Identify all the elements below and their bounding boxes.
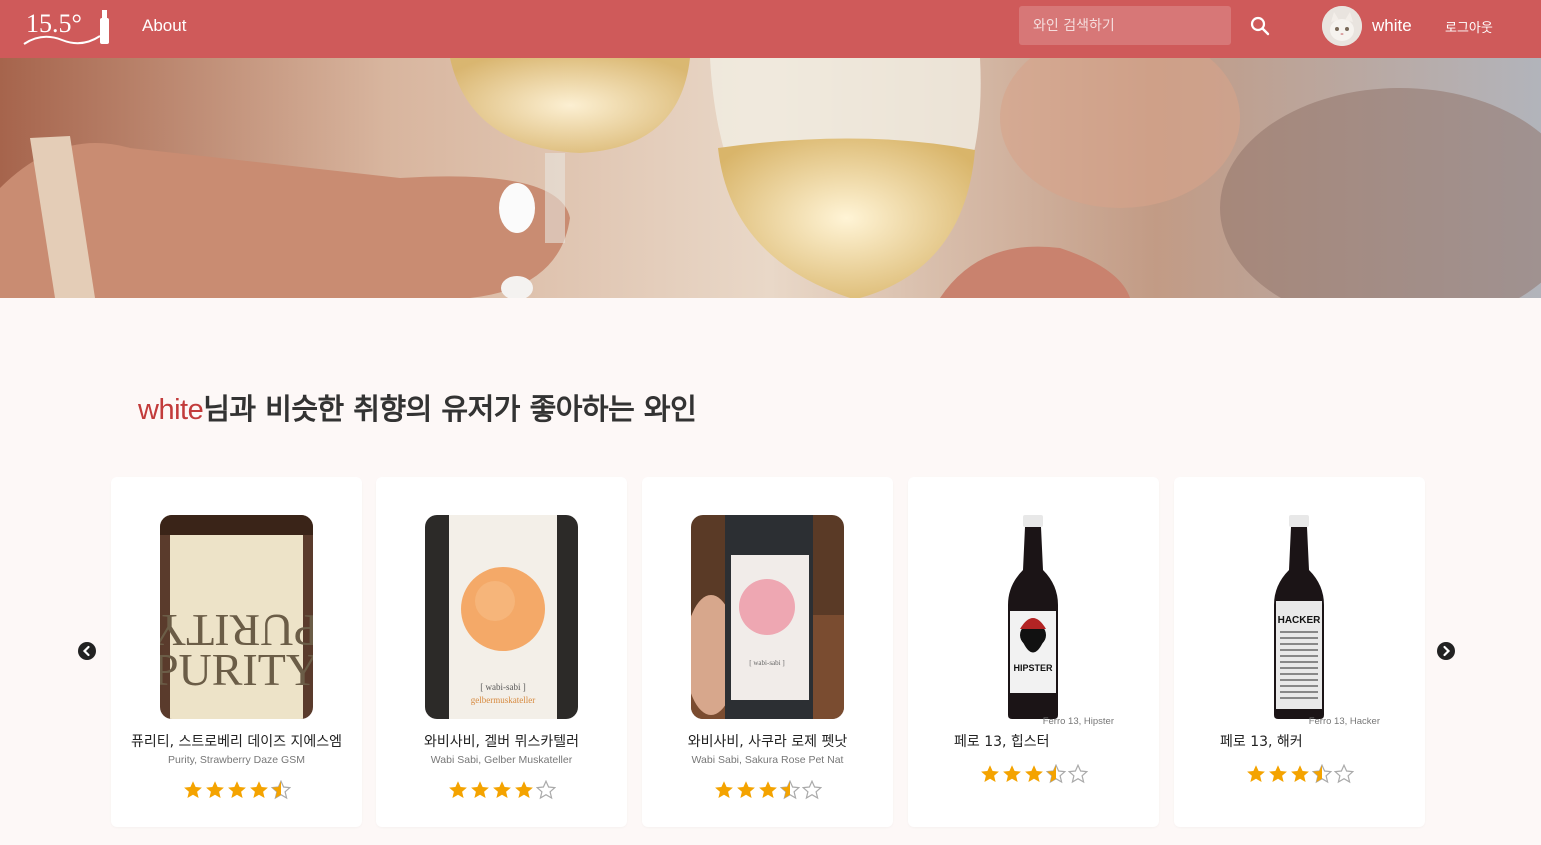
star-full-icon [758,781,777,798]
carousel-prev-button[interactable] [78,642,96,660]
wine-photo[interactable]: HIPSTER [998,515,1068,719]
svg-text:[ wabi-sabi ]: [ wabi-sabi ] [749,659,784,667]
star-full-icon [227,781,246,798]
star-half-icon [1045,764,1066,784]
username-label[interactable]: white [1372,16,1412,36]
wine-name-kr: 퓨리티, 스트로베리 데이즈 지에스엠 [131,734,342,750]
chevron-right-icon [1443,645,1451,657]
star-empty-icon [801,780,822,800]
star-full-icon [1024,765,1043,782]
star-full-icon [714,781,733,798]
wine-photo[interactable]: [ wabi-sabi ] [691,515,844,719]
wine-name-en: Wabi Sabi, Gelber Muskateller [430,754,573,766]
rating-stars [1174,764,1425,788]
search-icon[interactable] [1249,15,1271,37]
star-half-icon [779,780,800,800]
svg-text:HIPSTER: HIPSTER [1013,663,1053,673]
star-full-icon [1290,765,1309,782]
logo[interactable]: 15.5° [22,6,114,48]
star-full-icon [205,781,224,798]
wine-name-en: Ferro 13, Hipster [1042,716,1114,727]
logo-text: 15.5° [26,9,82,38]
wine-card[interactable]: PURITY PURITY 퓨리티, 스트로베리 데이즈 지에스엠 Purity… [111,477,362,827]
star-full-icon [492,781,511,798]
rating-stars [376,780,627,804]
wine-photo[interactable]: HACKER [1264,515,1334,719]
star-full-icon [980,765,999,782]
wine-name-en: Purity, Strawberry Daze GSM [168,754,305,766]
top-navbar: 15.5° About white 로그아웃 [0,0,1541,58]
wine-name-kr: 페로 13, 힙스터 [954,734,1050,750]
wine-name-kr: 와비사비, 겔버 뮈스카텔러 [423,734,580,750]
wine-name-kr: 페로 13, 해커 [1220,734,1303,750]
star-full-icon [514,781,533,798]
hero-image [0,58,1541,298]
recommendation-title: white님과 비슷한 취향의 유저가 좋아하는 와인 [138,386,697,428]
star-full-icon [183,781,202,798]
svg-text:[ wabi-sabi ]: [ wabi-sabi ] [480,682,525,692]
star-half-icon [270,780,291,800]
star-empty-icon [1067,764,1088,784]
star-full-icon [736,781,755,798]
wine-card[interactable]: [ wabi-sabi ] gelbermuskateller 와비사비, 겔버… [376,477,627,827]
star-full-icon [1268,765,1287,782]
star-full-icon [1246,765,1265,782]
wine-photo[interactable]: [ wabi-sabi ] gelbermuskateller [425,515,578,719]
wine-card[interactable]: HIPSTER Ferro 13, Hipster 페로 13, 힙스터 [908,477,1159,827]
wine-card[interactable]: HACKER Ferro 13, Hacker 페로 13, 해커 [1174,477,1425,827]
svg-text:HACKER: HACKER [1278,615,1322,626]
star-half-icon [1311,764,1332,784]
rating-stars [908,764,1159,788]
hero-banner [0,58,1541,298]
svg-text:gelbermuskateller: gelbermuskateller [471,695,535,705]
title-username: white [138,394,204,426]
logout-button[interactable]: 로그아웃 [1445,17,1493,36]
wine-name-en: Ferro 13, Hacker [1308,716,1380,727]
rating-stars [111,780,362,804]
star-full-icon [1002,765,1021,782]
search-box [1019,6,1231,45]
star-full-icon [249,781,268,798]
wine-card[interactable]: [ wabi-sabi ] 와비사비, 사쿠라 로제 펫낫 Wabi Sabi,… [642,477,893,827]
wine-name-en: Wabi Sabi, Sakura Rose Pet Nat [691,754,844,766]
svg-text:PURITY: PURITY [160,644,313,695]
rating-stars [642,780,893,804]
wine-photo[interactable]: PURITY PURITY [160,515,313,719]
star-full-icon [448,781,467,798]
wine-name-kr: 와비사비, 사쿠라 로제 펫낫 [687,734,848,750]
carousel-next-button[interactable] [1437,642,1455,660]
title-text: 님과 비슷한 취향의 유저가 좋아하는 와인 [203,392,697,426]
about-link[interactable]: About [142,16,186,36]
chevron-left-icon [82,645,90,657]
star-empty-icon [535,780,556,800]
search-input[interactable] [1019,6,1231,45]
star-full-icon [470,781,489,798]
avatar[interactable] [1322,6,1362,46]
star-empty-icon [1333,764,1354,784]
